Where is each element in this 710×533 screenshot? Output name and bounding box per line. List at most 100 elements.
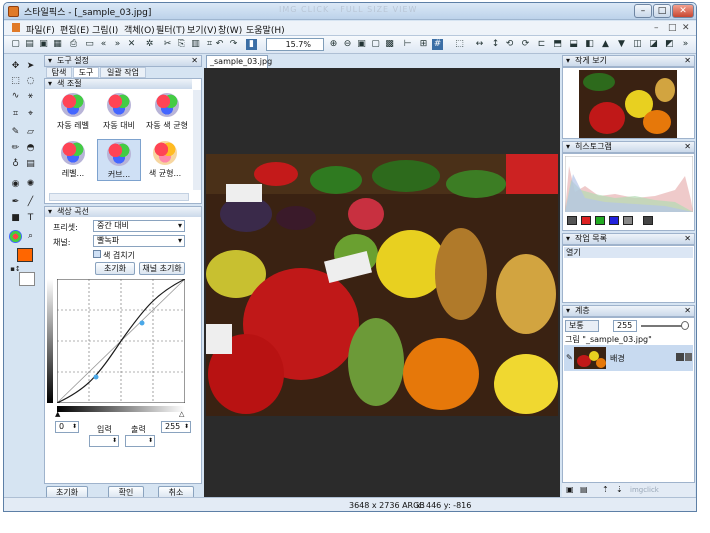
collapse-icon[interactable]: ▾	[566, 234, 570, 244]
move-up-icon[interactable]: ⇡	[602, 485, 609, 494]
pen-icon[interactable]: ✒	[9, 196, 22, 209]
layer-up-icon[interactable]: ▲	[600, 39, 611, 50]
merge-icon[interactable]: ◫	[632, 39, 643, 50]
menu-edit[interactable]: 편집(E)	[60, 23, 89, 36]
channel-blue-icon[interactable]	[609, 216, 619, 225]
tab-navigate[interactable]: 탐색	[46, 67, 72, 78]
menu-file[interactable]: 파일(F)	[26, 23, 55, 36]
filter-icon[interactable]: ◪	[648, 39, 659, 50]
menu-help[interactable]: 도움말(H)	[246, 23, 285, 36]
curve-point[interactable]	[139, 320, 145, 326]
collapse-icon[interactable]: ▾	[566, 306, 570, 316]
forward-icon[interactable]: »	[112, 39, 123, 50]
collapse-icon[interactable]: ▾	[48, 56, 52, 66]
horizontal-scrollbar[interactable]	[49, 193, 189, 201]
undo-icon[interactable]: ↶	[214, 39, 225, 50]
max-input[interactable]: 255 ⬍	[161, 421, 191, 433]
ruler-icon[interactable]: ⊞	[418, 39, 429, 50]
panel-toggle-icon[interactable]: ▮	[246, 39, 257, 50]
rotate-left-icon[interactable]: ⟲	[504, 39, 515, 50]
menu-object[interactable]: 객체(O)	[124, 23, 155, 36]
collapse-icon[interactable]: ▾	[566, 142, 570, 152]
tab-tools[interactable]: 도구	[73, 67, 99, 78]
new-icon[interactable]: ▢	[10, 39, 21, 50]
close-panel-icon[interactable]: ✕	[684, 56, 691, 66]
print-icon[interactable]: ⎙	[68, 39, 79, 50]
menu-view[interactable]: 보기(V)	[187, 23, 217, 36]
doc-close-icon[interactable]: ✕	[682, 23, 690, 33]
open-icon[interactable]: ▤	[24, 39, 35, 50]
brush-icon[interactable]: ✎	[9, 126, 22, 139]
eraser-icon[interactable]: ▱	[24, 126, 37, 139]
curves-tile[interactable]: 커브...	[97, 139, 141, 181]
close-panel-icon[interactable]: ✕	[684, 234, 691, 244]
new-layer-icon[interactable]: ▣	[566, 485, 574, 494]
zoom-out-icon[interactable]: ⊖	[342, 39, 353, 50]
flip-h-icon[interactable]: ↔	[474, 39, 485, 50]
min-input[interactable]: 0 ⬍	[55, 421, 79, 433]
bucket-icon[interactable]: ◓	[24, 142, 37, 155]
sharpen-icon[interactable]: ✺	[24, 178, 37, 191]
ellipse-select-icon[interactable]: ◌	[24, 75, 37, 88]
save-icon[interactable]: ▣	[38, 39, 49, 50]
blend-mode-select[interactable]: 보통	[565, 320, 599, 332]
background-color-swatch[interactable]	[19, 272, 35, 286]
preset-select[interactable]: 중간 대비 ▾	[93, 220, 185, 232]
layer-down-icon[interactable]: ▼	[616, 39, 627, 50]
effect-icon[interactable]: ◩	[664, 39, 675, 50]
rotate-right-icon[interactable]: ⟳	[520, 39, 531, 50]
align-icon[interactable]: ⊏	[536, 39, 547, 50]
slice-icon[interactable]: ⌖	[24, 108, 37, 121]
pointer-icon[interactable]: ➤	[24, 60, 37, 73]
move-down-icon[interactable]: ⇣	[616, 485, 623, 494]
fit-icon[interactable]: ▣	[356, 39, 367, 50]
foreground-color-swatch[interactable]	[17, 248, 33, 262]
scan-icon[interactable]: ▭	[84, 39, 95, 50]
channel-all-icon[interactable]	[567, 216, 577, 225]
actual-size-icon[interactable]: ▢	[370, 39, 381, 50]
line-icon[interactable]: ╱	[24, 196, 37, 209]
minimize-button[interactable]: –	[634, 4, 652, 18]
guide-icon[interactable]: ⊢	[402, 39, 413, 50]
histogram-options-icon[interactable]	[643, 216, 653, 225]
channel-green-icon[interactable]	[595, 216, 605, 225]
output-value-field[interactable]: ⬍	[125, 435, 155, 447]
zoom-in-icon[interactable]: ⊕	[328, 39, 339, 50]
delete-icon[interactable]: ✕	[126, 39, 137, 50]
grid-icon[interactable]: #	[432, 39, 443, 50]
white-point-icon[interactable]: △	[179, 410, 184, 418]
clone-icon[interactable]: ♁	[9, 158, 22, 171]
lasso-icon[interactable]: ∿	[9, 90, 22, 103]
doc-restore-icon[interactable]: □	[668, 23, 677, 33]
auto-levels-tile[interactable]: 자동 레벨	[51, 93, 95, 131]
collapse-icon[interactable]: ▾	[48, 207, 52, 216]
copy-icon[interactable]: ⎘	[176, 39, 187, 50]
scrollbar[interactable]	[193, 90, 201, 190]
collapse-icon[interactable]: ▾	[48, 79, 52, 88]
curve-point[interactable]	[93, 374, 99, 380]
close-button[interactable]: ✕	[672, 4, 694, 18]
zoom-tool-icon[interactable]: ⌕	[24, 230, 37, 243]
crop-tool-icon[interactable]: ⌗	[9, 108, 22, 121]
magic-wand-icon[interactable]: ⚹	[24, 90, 37, 103]
visibility-icon[interactable]	[676, 353, 684, 361]
transform-icon[interactable]: ⬚	[454, 39, 465, 50]
menu-filter[interactable]: 필터(T)	[156, 23, 185, 36]
channel-luma-icon[interactable]	[623, 216, 633, 225]
menu-image[interactable]: 그림(I)	[92, 23, 118, 36]
channel-select[interactable]: 빨녹파 ▾	[93, 235, 185, 247]
reset-channel-button[interactable]: 채널 초기화	[139, 262, 185, 275]
tab-batch[interactable]: 일괄 작업	[100, 67, 146, 78]
close-panel-icon[interactable]: ✕	[684, 306, 691, 316]
opacity-field[interactable]: 255	[613, 320, 637, 332]
levels-tile[interactable]: 레벨...	[51, 141, 95, 179]
paste-icon[interactable]: ▥	[190, 39, 201, 50]
reset-button[interactable]: 초기화	[95, 262, 135, 275]
zoom-select[interactable]: 15.7%	[266, 38, 324, 51]
redeye-icon[interactable]: ◉	[9, 178, 22, 191]
select-all-icon[interactable]: ⬒	[552, 39, 563, 50]
collapse-icon[interactable]: ▾	[566, 56, 570, 66]
settings-icon[interactable]: ✲	[144, 39, 155, 50]
close-panel-icon[interactable]: ✕	[191, 56, 198, 66]
close-panel-icon[interactable]: ✕	[684, 142, 691, 152]
